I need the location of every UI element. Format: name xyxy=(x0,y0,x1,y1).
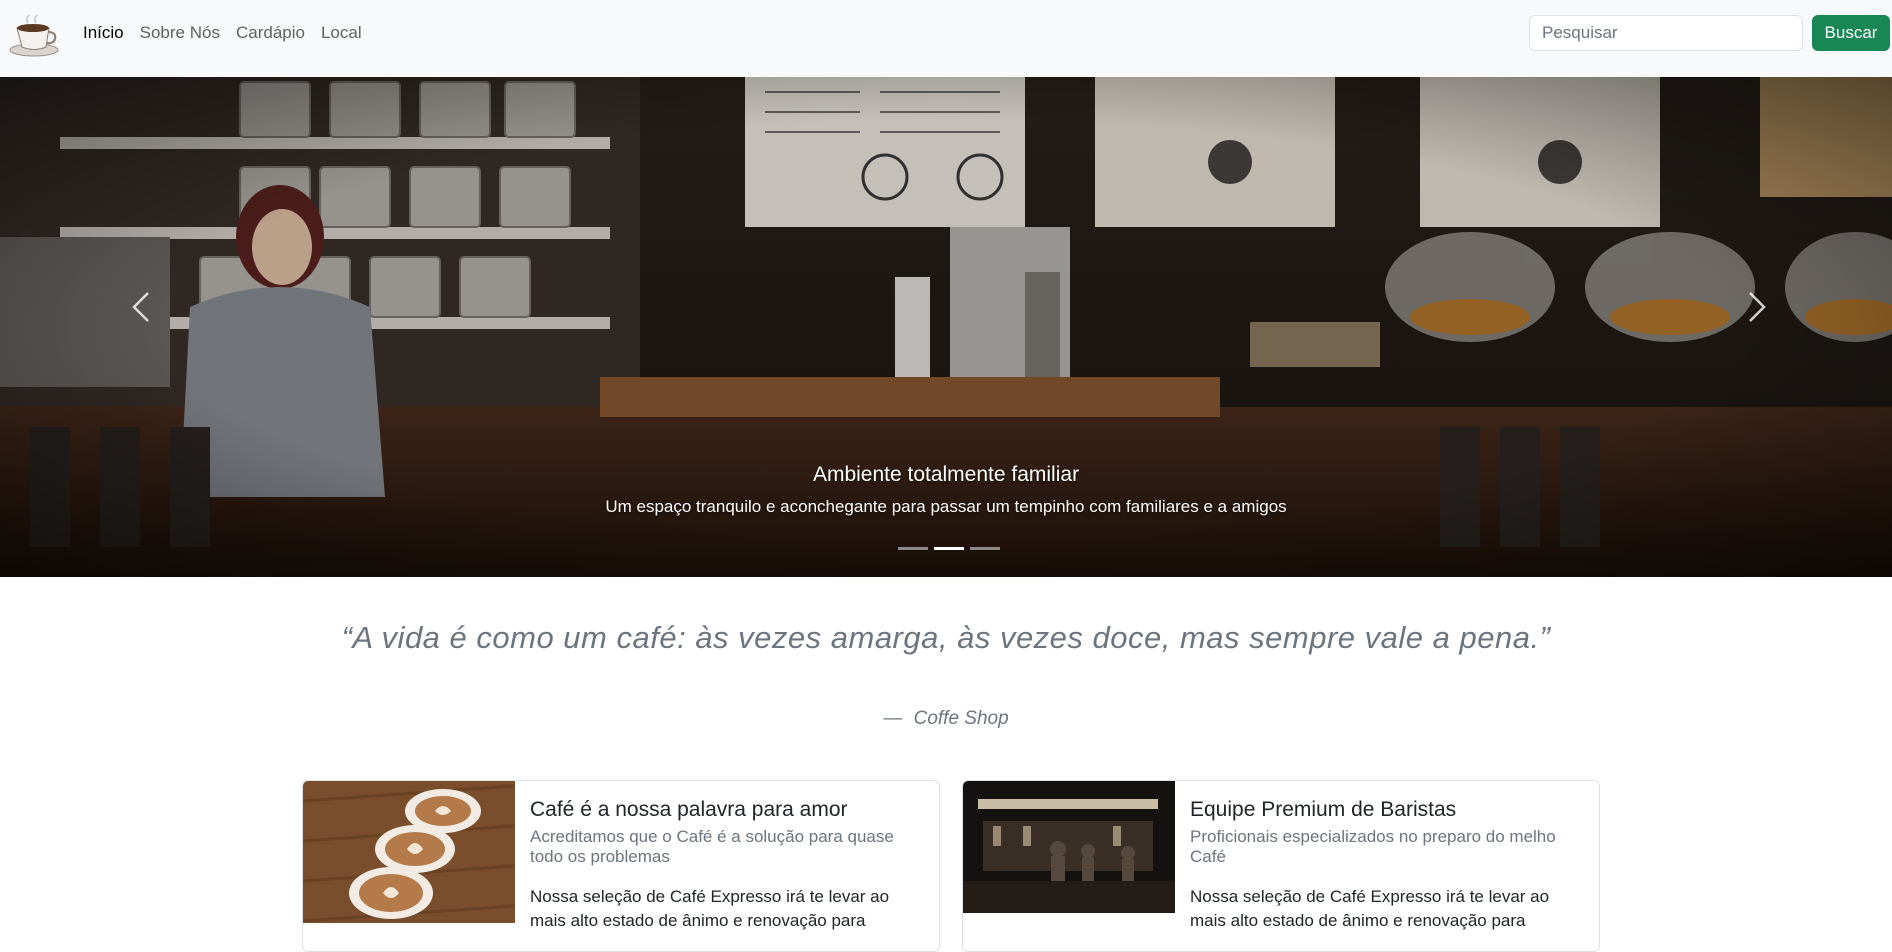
card-title: Equipe Premium de Baristas xyxy=(1190,798,1457,821)
nav-link-inicio[interactable]: Início xyxy=(83,22,124,44)
nav-link-local[interactable]: Local xyxy=(321,22,362,44)
chevron-left-icon xyxy=(132,292,149,322)
nav-link-cardapio[interactable]: Cardápio xyxy=(236,22,305,44)
search-button[interactable]: Buscar xyxy=(1812,15,1890,51)
search-input[interactable] xyxy=(1529,15,1803,51)
quote-author: — Coffe Shop xyxy=(0,708,1892,730)
card-title: Café é a nossa palavra para amor xyxy=(530,798,848,821)
caption-title: Ambiente totalmente familiar xyxy=(812,463,1080,486)
card-image-baristas xyxy=(963,781,1175,913)
nav-link-sobre-nos[interactable]: Sobre Nós xyxy=(140,22,220,44)
card-text: Nossa seleção de Café Expresso irá te le… xyxy=(1190,887,1550,930)
quote-dash: — xyxy=(883,708,903,729)
nav-links: Início Sobre Nós Cardápio Local xyxy=(83,22,378,44)
hero-carousel: Ambiente totalmente familiar Um espaço t… xyxy=(0,77,1892,577)
carousel-indicators xyxy=(898,547,1000,550)
carousel-indicator-1[interactable] xyxy=(898,547,928,550)
quote-source: Coffe Shop xyxy=(913,708,1009,729)
navbar: Início Sobre Nós Cardápio Local Buscar xyxy=(0,0,1892,77)
card-coffee-love: Café é a nossa palavra para amor Acredit… xyxy=(302,780,940,952)
card-image-latte-art xyxy=(303,781,515,923)
card-body: Café é a nossa palavra para amor Acredit… xyxy=(530,797,920,933)
card-text: Nossa seleção de Café Expresso irá te le… xyxy=(530,887,890,930)
chevron-right-icon xyxy=(1749,292,1766,322)
card-baristas: Equipe Premium de Baristas Proficionais … xyxy=(962,780,1600,952)
carousel-prev-button[interactable] xyxy=(110,277,170,337)
card-subtitle: Proficionais especializados no preparo d… xyxy=(1190,827,1556,866)
caption-text: Um espaço tranquilo e aconchegante para … xyxy=(605,497,1287,516)
card-subtitle: Acreditamos que o Café é a solução para … xyxy=(530,827,894,866)
carousel-caption: Ambiente totalmente familiar Um espaço t… xyxy=(0,462,1892,518)
quote-text: “A vida é como um café: às vezes amarga,… xyxy=(341,620,1551,655)
coffee-cup-icon[interactable] xyxy=(8,14,60,58)
card-body: Equipe Premium de Baristas Proficionais … xyxy=(1190,797,1580,933)
carousel-indicator-2[interactable] xyxy=(934,547,964,550)
carousel-indicator-3[interactable] xyxy=(970,547,1000,550)
carousel-next-button[interactable] xyxy=(1728,277,1788,337)
